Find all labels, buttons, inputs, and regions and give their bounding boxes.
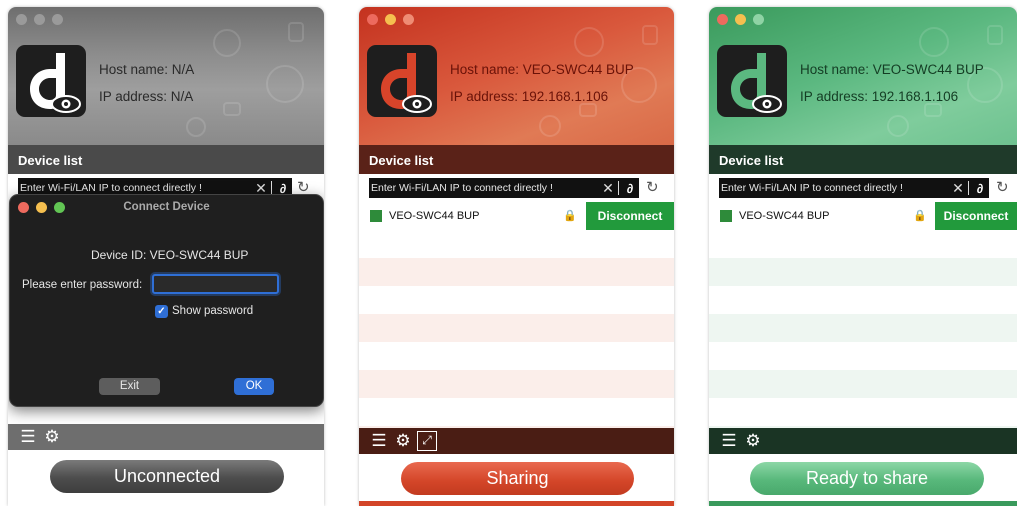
host-info: Host name: VEO-SWC44 BUP IP address: 192… — [450, 56, 634, 110]
ip-connect-bar: ✕ ∂ — [369, 178, 639, 198]
disconnect-button[interactable]: Disconnect — [586, 202, 674, 230]
footer: Sharing — [359, 454, 674, 506]
list-row-empty — [709, 286, 1017, 314]
bottom-tab-bar: ☰ ⚙ — [8, 424, 324, 450]
app-window-ready: Host name: VEO-SWC44 BUP IP address: 192… — [709, 7, 1017, 506]
app-logo — [367, 45, 437, 117]
list-row-empty — [359, 286, 674, 314]
link-icon[interactable]: ∂ — [971, 181, 989, 196]
app-window-sharing: Host name: VEO-SWC44 BUP IP address: 192… — [359, 7, 674, 506]
list-row-empty — [709, 230, 1017, 258]
app-logo — [16, 45, 86, 117]
list-row-empty — [359, 230, 674, 258]
list-icon[interactable]: ☰ — [18, 427, 38, 447]
host-info: Host name: N/A IP address: N/A — [99, 56, 194, 110]
connect-device-dialog: Connect Device Device ID: VEO-SWC44 BUP … — [9, 194, 324, 407]
host-info: Host name: VEO-SWC44 BUP IP address: 192… — [800, 56, 984, 110]
list-row-empty — [359, 342, 674, 370]
app-window-unconnected: Host name: N/A IP address: N/A Device li… — [8, 7, 324, 506]
link-icon[interactable]: ∂ — [621, 181, 639, 196]
gear-icon[interactable]: ⚙ — [42, 427, 62, 447]
device-id-label: Device ID: VEO-SWC44 BUP — [91, 248, 249, 262]
host-name-label: Host name: N/A — [99, 62, 195, 77]
password-label: Please enter password: — [22, 279, 143, 291]
status-button[interactable]: Unconnected — [50, 460, 284, 493]
device-list-header: Device list — [709, 145, 1017, 174]
window-controls — [717, 14, 764, 25]
list-row-empty — [709, 342, 1017, 370]
close-window-icon[interactable] — [16, 14, 27, 25]
ip-address-label: IP address: N/A — [99, 89, 194, 104]
footer: Unconnected — [8, 450, 324, 506]
lock-icon: 🔒 — [563, 210, 577, 222]
list-icon[interactable]: ☰ — [369, 431, 389, 451]
minimize-window-icon[interactable] — [385, 14, 396, 25]
gear-icon[interactable]: ⚙ — [393, 431, 413, 451]
list-row-empty — [359, 370, 674, 398]
list-row-empty — [709, 258, 1017, 286]
device-list-header: Device list — [8, 145, 324, 174]
window-controls — [367, 14, 414, 25]
list-row-empty — [709, 314, 1017, 342]
host-name-label: Host name: VEO-SWC44 BUP — [800, 62, 984, 77]
list-row-empty — [359, 314, 674, 342]
ip-input[interactable] — [369, 178, 600, 198]
device-name: VEO-SWC44 BUP — [739, 210, 830, 222]
show-password-checkbox[interactable]: ✓ — [155, 305, 168, 318]
zoom-window-icon[interactable] — [753, 14, 764, 25]
device-row[interactable]: VEO-SWC44 BUP 🔒 Disconnect — [709, 202, 1017, 230]
dialog-title: Connect Device — [123, 201, 210, 213]
list-row-empty — [709, 370, 1017, 398]
gear-icon[interactable]: ⚙ — [743, 431, 763, 451]
show-password-label[interactable]: Show password — [172, 305, 253, 317]
device-row[interactable]: VEO-SWC44 BUP 🔒 Disconnect — [359, 202, 674, 230]
zoom-window-icon[interactable] — [403, 14, 414, 25]
ip-connect-bar: ✕ ∂ — [719, 178, 989, 198]
host-name-label: Host name: VEO-SWC44 BUP — [450, 62, 634, 77]
minimize-window-icon[interactable] — [735, 14, 746, 25]
list-icon[interactable]: ☰ — [719, 431, 739, 451]
ok-button[interactable]: OK — [234, 378, 274, 395]
list-row-empty — [709, 398, 1017, 426]
device-name: VEO-SWC44 BUP — [389, 210, 480, 222]
status-button[interactable]: Sharing — [401, 462, 634, 495]
footer-accent-bar — [709, 501, 1017, 506]
bottom-tab-bar: ☰ ⚙ ⤢ — [359, 428, 674, 454]
clear-icon[interactable]: ✕ — [600, 180, 616, 197]
bottom-tab-bar: ☰ ⚙ — [709, 428, 1017, 454]
window-controls — [16, 14, 63, 25]
header-banner: Host name: VEO-SWC44 BUP IP address: 192… — [359, 7, 674, 145]
close-window-icon[interactable] — [367, 14, 378, 25]
divider — [618, 181, 619, 195]
expand-icon[interactable]: ⤢ — [417, 431, 437, 451]
device-list-header: Device list — [359, 145, 674, 174]
ip-address-label: IP address: 192.168.1.106 — [800, 89, 959, 104]
ip-address-label: IP address: 192.168.1.106 — [450, 89, 609, 104]
close-window-icon[interactable] — [717, 14, 728, 25]
list-row-empty — [359, 258, 674, 286]
divider — [271, 181, 272, 195]
list-row-empty — [359, 398, 674, 426]
ip-input[interactable] — [719, 178, 950, 198]
refresh-icon[interactable]: ↻ — [996, 178, 1009, 196]
disconnect-button[interactable]: Disconnect — [935, 202, 1017, 230]
password-input[interactable] — [152, 274, 279, 294]
minimize-window-icon[interactable] — [34, 14, 45, 25]
divider — [968, 181, 969, 195]
app-logo — [717, 45, 787, 117]
refresh-icon[interactable]: ↻ — [646, 178, 659, 196]
device-status-icon — [720, 210, 732, 222]
footer-accent-bar — [359, 501, 674, 506]
status-button[interactable]: Ready to share — [750, 462, 984, 495]
clear-icon[interactable]: ✕ — [950, 180, 966, 197]
header-banner: Host name: N/A IP address: N/A — [8, 7, 324, 145]
zoom-window-icon[interactable] — [52, 14, 63, 25]
footer: Ready to share — [709, 454, 1017, 506]
device-status-icon — [370, 210, 382, 222]
exit-button[interactable]: Exit — [99, 378, 160, 395]
lock-icon: 🔒 — [913, 210, 927, 222]
device-list: VEO-SWC44 BUP 🔒 Disconnect — [709, 202, 1017, 454]
device-list: VEO-SWC44 BUP 🔒 Disconnect — [359, 202, 674, 454]
header-banner: Host name: VEO-SWC44 BUP IP address: 192… — [709, 7, 1017, 145]
